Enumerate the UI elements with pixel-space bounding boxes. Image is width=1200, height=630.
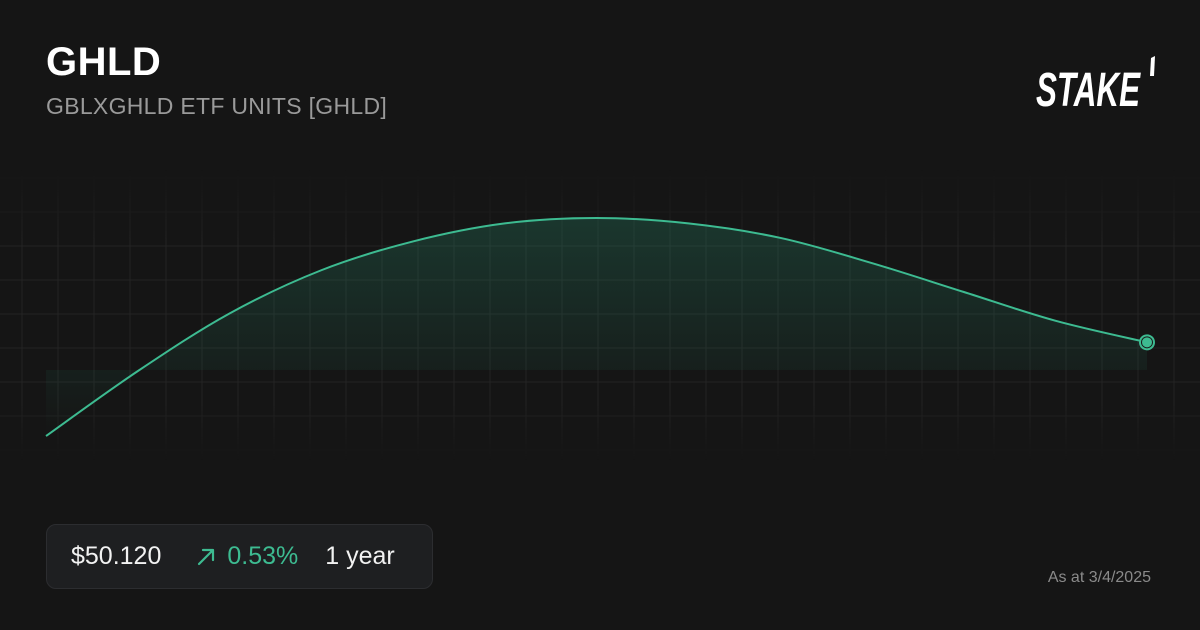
time-period: 1 year (325, 542, 395, 570)
change-percent: 0.53% (227, 542, 299, 570)
stake-logo: STAKE (1034, 56, 1158, 117)
stake-logo-mark (1150, 56, 1155, 76)
arrow-up-right-icon (195, 546, 217, 568)
price-change: 0.53% (195, 542, 298, 571)
price-area (46, 218, 1147, 436)
latest-price-marker-fill (1142, 337, 1152, 348)
ticker-symbol: GHLD (46, 40, 162, 84)
stake-logo-text: STAKE (1036, 64, 1141, 117)
as-at-date: As at 3/4/2025 (1047, 569, 1151, 586)
price-chart (0, 170, 1200, 460)
security-name: GBLXGHLD ETF UNITS [GHLD] (46, 93, 388, 119)
current-price: $50.120 (71, 542, 162, 570)
price-summary: $50.120 0.53% 1 year (46, 524, 433, 589)
